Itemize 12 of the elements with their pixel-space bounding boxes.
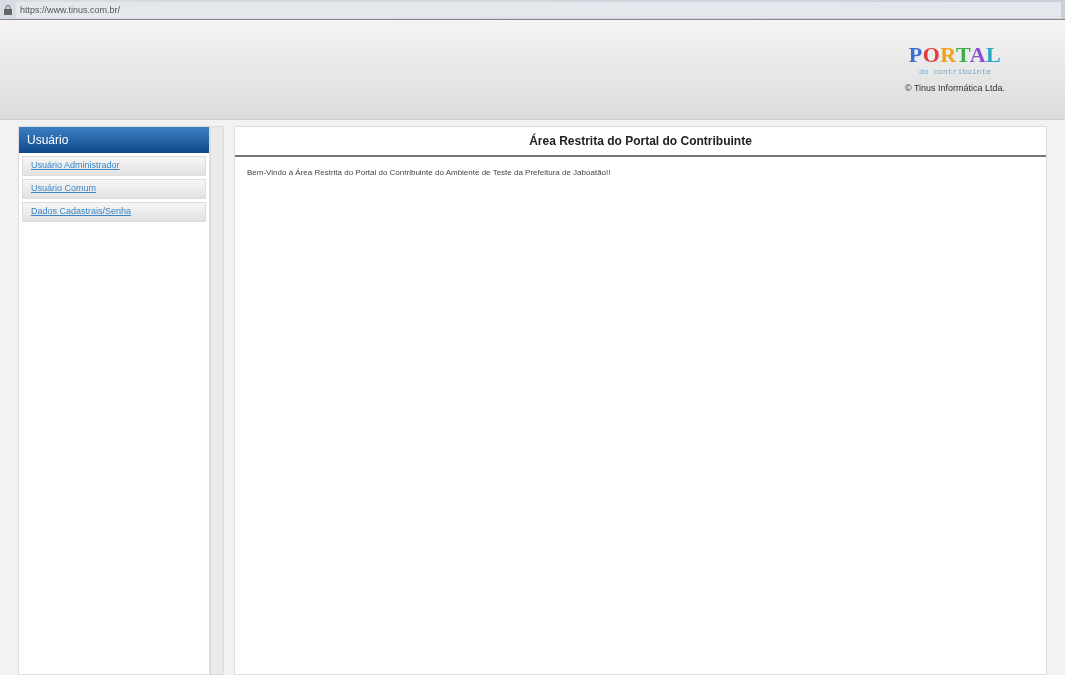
scrollbar[interactable]	[210, 126, 224, 675]
welcome-message: Bem-Vindo à Área Restrita do Portal do Contribuinte do Ambiente de Teste da Prefeitura de Jaboatão!!	[246, 167, 612, 179]
url-field[interactable]: https://www.tinus.com.br/	[16, 1, 1061, 18]
sidebar-title: Usuário	[19, 127, 209, 153]
sidebar-item[interactable]: Usuário Comum	[22, 179, 206, 199]
copyright-text: © Tinus Informática Ltda.	[904, 81, 1006, 95]
sidebar-item[interactable]: Usuário Administrador	[22, 156, 206, 176]
sidebar-item[interactable]: Dados Cadastrais/Senha	[22, 202, 206, 222]
lock-icon	[4, 4, 12, 15]
content-title: Área Restrita do Portal do Contribuinte	[235, 127, 1046, 157]
logo-subtitle: do contribuinte	[919, 65, 991, 78]
portal-logo: PORTAL	[908, 43, 1002, 66]
